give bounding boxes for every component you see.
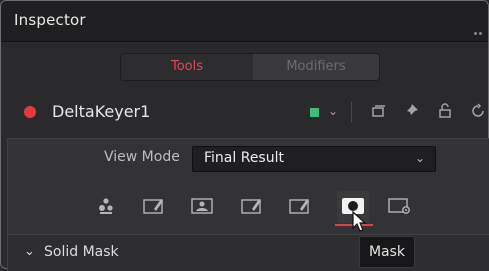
eyedropper-icon[interactable]: [142, 196, 166, 216]
tab-bar: Tools Modifiers: [120, 53, 380, 81]
inspector-panel: Inspector Tools Modifiers DeltaKeyer1 ⌄ …: [0, 0, 489, 271]
more-options-icon[interactable]: [472, 20, 482, 39]
view-mode-select[interactable]: Final Result ⌄: [192, 146, 436, 172]
section-label: Solid Mask: [44, 244, 119, 260]
panel-title: Inspector: [14, 11, 86, 29]
view-mode-value: Final Result: [204, 150, 284, 166]
divider: [351, 102, 352, 122]
lock-icon[interactable]: [437, 103, 453, 123]
chevron-down-icon[interactable]: ⌄: [328, 104, 338, 118]
node-color-swatch[interactable]: [310, 108, 319, 117]
eyedropper-icon[interactable]: [240, 196, 264, 216]
reset-icon[interactable]: [470, 103, 486, 123]
node-name: DeltaKeyer1: [52, 102, 151, 121]
node-enable-toggle[interactable]: [24, 106, 36, 118]
chevron-down-icon: ⌄: [24, 244, 35, 259]
settings-icon[interactable]: [388, 196, 412, 216]
control-page-toolbar: [94, 191, 424, 226]
mouse-cursor-icon: [351, 210, 367, 237]
tool-controls: View Mode Final Result ⌄ ⌄ Solid Mask: [7, 138, 489, 271]
titlebar: Inspector: [1, 1, 488, 42]
tab-tools[interactable]: Tools: [121, 54, 253, 80]
view-mode-label: View Mode: [104, 149, 180, 165]
tooltip: Mask: [359, 236, 415, 268]
chevron-down-icon: ⌄: [414, 151, 425, 165]
eyedropper-icon[interactable]: [288, 196, 312, 216]
tab-modifiers[interactable]: Modifiers: [253, 54, 379, 80]
section-header[interactable]: ⌄ Solid Mask: [8, 234, 489, 271]
node-header: DeltaKeyer1 ⌄: [0, 92, 489, 132]
pin-icon[interactable]: [403, 103, 419, 123]
image-icon[interactable]: [190, 196, 214, 216]
versions-icon[interactable]: [370, 103, 386, 123]
color-pick-icon[interactable]: [94, 196, 118, 216]
